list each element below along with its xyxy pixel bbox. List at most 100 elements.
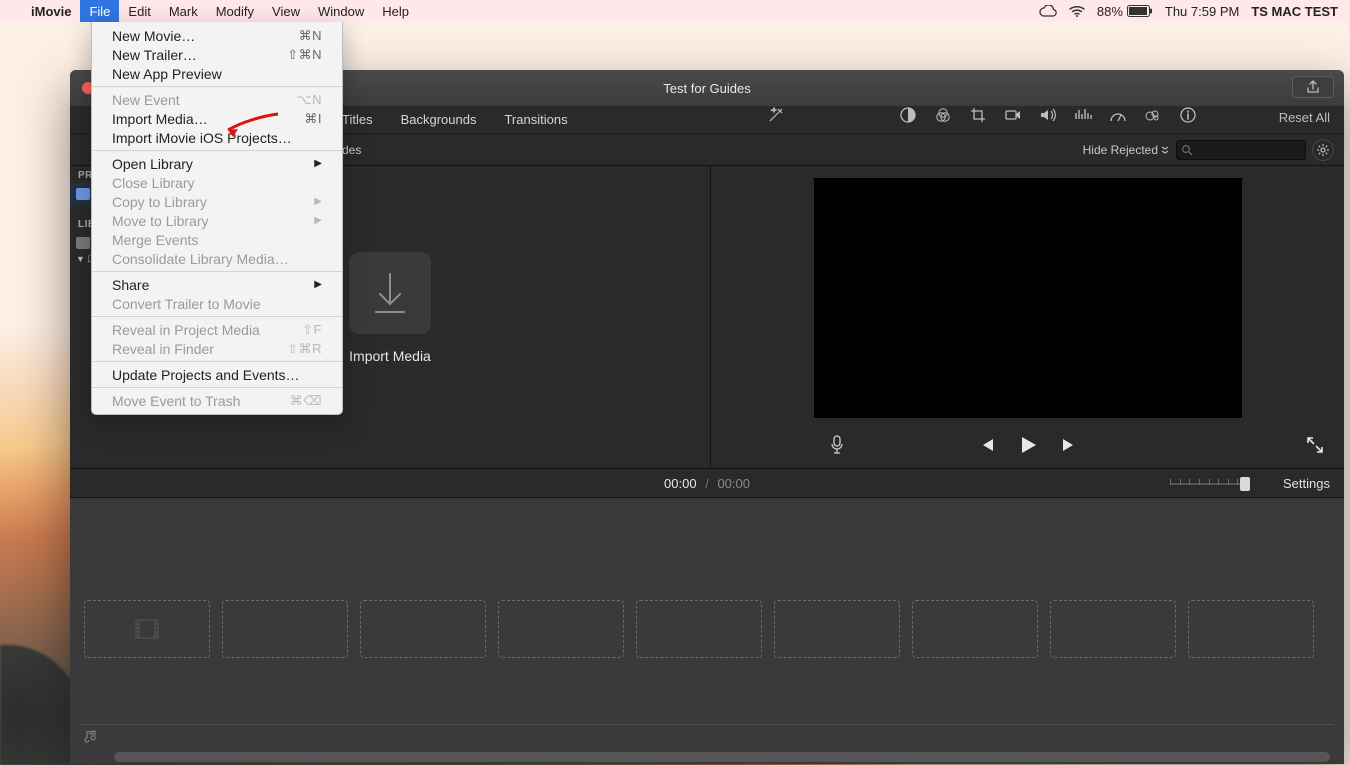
video-effects-icon[interactable] xyxy=(1144,107,1162,128)
battery-pct: 88% xyxy=(1097,4,1123,19)
menubar-item-view[interactable]: View xyxy=(263,0,309,22)
menu-item-label: Reveal in Project Media xyxy=(112,322,302,338)
menubar-item-mark[interactable]: Mark xyxy=(160,0,207,22)
menu-item-label: Move to Library xyxy=(112,213,314,229)
volume-icon[interactable] xyxy=(1039,107,1057,128)
menu-item-new-trailer[interactable]: New Trailer…⇧⌘N xyxy=(92,45,342,64)
timeline-scrollbar[interactable] xyxy=(114,752,1330,762)
menu-item-share[interactable]: Share▶ xyxy=(92,275,342,294)
menu-shortcut: ⌘I xyxy=(304,111,322,127)
menu-item-reveal-in-finder: Reveal in Finder⇧⌘R xyxy=(92,339,342,358)
menubar-item-edit[interactable]: Edit xyxy=(119,0,159,22)
menubar-user[interactable]: TS MAC TEST xyxy=(1251,4,1338,19)
timeline-slot[interactable] xyxy=(84,600,210,658)
menu-item-copy-to-library: Copy to Library▶ xyxy=(92,192,342,211)
menu-item-label: Consolidate Library Media… xyxy=(112,251,322,267)
timeline-slot[interactable] xyxy=(636,600,762,658)
voiceover-button[interactable] xyxy=(829,435,845,460)
menu-item-open-library[interactable]: Open Library▶ xyxy=(92,154,342,173)
menu-item-merge-events: Merge Events xyxy=(92,230,342,249)
menu-item-label: Copy to Library xyxy=(112,194,314,210)
menu-item-reveal-in-project-media: Reveal in Project Media⇧F xyxy=(92,320,342,339)
timeline-slot[interactable] xyxy=(360,600,486,658)
timeline-slot[interactable] xyxy=(222,600,348,658)
menubar-app[interactable]: iMovie xyxy=(22,0,80,22)
creative-cloud-icon[interactable] xyxy=(1039,5,1057,17)
magic-wand-icon[interactable] xyxy=(767,106,785,124)
video-viewer[interactable] xyxy=(814,178,1242,418)
timeline-audio-track[interactable] xyxy=(80,724,1334,746)
menu-item-label: Open Library xyxy=(112,156,314,172)
menu-shortcut: ⇧F xyxy=(302,322,322,338)
timeline-zoom-slider[interactable] xyxy=(1170,477,1248,491)
tab-backgrounds[interactable]: Backgrounds xyxy=(401,112,477,127)
music-note-icon xyxy=(84,729,98,743)
menu-item-move-event-to-trash: Move Event to Trash⌘⌫ xyxy=(92,391,342,410)
timecode: 00:00 / 00:00 xyxy=(664,476,750,491)
zoom-knob[interactable] xyxy=(1240,477,1250,491)
menu-item-new-event: New Event⌥N xyxy=(92,90,342,109)
file-menu-dropdown: New Movie…⌘NNew Trailer…⇧⌘N New App Previ… xyxy=(91,22,343,415)
hide-rejected-label: Hide Rejected xyxy=(1083,143,1158,157)
browser-settings-button[interactable] xyxy=(1312,139,1334,161)
noise-reduction-icon[interactable] xyxy=(1074,107,1092,128)
menu-item-convert-trailer-to-movie: Convert Trailer to Movie xyxy=(92,294,342,313)
reset-all-button[interactable]: Reset All xyxy=(1279,110,1330,125)
prev-button[interactable] xyxy=(977,437,995,458)
speed-icon[interactable] xyxy=(1109,107,1127,128)
tab-transitions[interactable]: Transitions xyxy=(504,112,567,127)
timeline-slot[interactable] xyxy=(1050,600,1176,658)
next-button[interactable] xyxy=(1061,437,1079,458)
menu-item-new-app-preview[interactable]: New App Preview xyxy=(92,64,342,83)
submenu-arrow-icon: ▶ xyxy=(314,158,322,169)
menu-item-label: Merge Events xyxy=(112,232,322,248)
import-media-label: Import Media xyxy=(349,348,431,364)
menu-item-move-to-library: Move to Library▶ xyxy=(92,211,342,230)
menu-item-update-projects-and-events[interactable]: Update Projects and Events… xyxy=(92,365,342,384)
menubar-item-file[interactable]: File xyxy=(80,0,119,22)
menu-shortcut: ⇧⌘R xyxy=(287,341,322,357)
menubar-item-help[interactable]: Help xyxy=(373,0,418,22)
playback-controls xyxy=(711,430,1344,464)
timecode-current: 00:00 xyxy=(664,476,697,491)
menu-item-consolidate-library-media: Consolidate Library Media… xyxy=(92,249,342,268)
library-icon xyxy=(76,237,90,249)
menubar-clock[interactable]: Thu 7:59 PM xyxy=(1165,4,1239,19)
timeline-slot[interactable] xyxy=(912,600,1038,658)
menu-shortcut: ⇧⌘N xyxy=(287,47,322,63)
stabilization-icon[interactable] xyxy=(1004,108,1022,127)
hide-rejected-toggle[interactable]: Hide Rejected xyxy=(1083,143,1176,157)
menubar-item-window[interactable]: Window xyxy=(309,0,373,22)
menu-item-label: New App Preview xyxy=(112,66,322,82)
menubar-item-modify[interactable]: Modify xyxy=(207,0,263,22)
wifi-icon[interactable] xyxy=(1069,5,1085,17)
menu-item-label: Reveal in Finder xyxy=(112,341,287,357)
timeline-header: 00:00 / 00:00 Settings xyxy=(70,468,1344,498)
color-balance-icon[interactable] xyxy=(899,106,917,129)
menu-item-label: Convert Trailer to Movie xyxy=(112,296,322,312)
menu-item-label: Close Library xyxy=(112,175,322,191)
timeline-slot[interactable] xyxy=(774,600,900,658)
color-correction-icon[interactable] xyxy=(934,106,952,129)
timecode-duration: 00:00 xyxy=(717,476,750,491)
play-button[interactable] xyxy=(1017,434,1039,461)
info-icon[interactable] xyxy=(1179,106,1197,129)
timeline-settings-button[interactable]: Settings xyxy=(1283,476,1330,491)
import-media-tile[interactable] xyxy=(349,252,431,334)
menu-item-label: Import Media… xyxy=(112,111,304,127)
tab-titles[interactable]: Titles xyxy=(342,112,373,127)
timeline-slot[interactable] xyxy=(1188,600,1314,658)
submenu-arrow-icon: ▶ xyxy=(314,279,322,290)
fullscreen-button[interactable] xyxy=(1306,436,1324,459)
menu-item-close-library: Close Library xyxy=(92,173,342,192)
share-button[interactable] xyxy=(1292,76,1334,98)
menu-item-import-imovie-ios-projects[interactable]: Import iMovie iOS Projects… xyxy=(92,128,342,147)
timeline[interactable] xyxy=(70,498,1344,764)
menu-item-import-media[interactable]: Import Media…⌘I xyxy=(92,109,342,128)
search-input[interactable] xyxy=(1176,140,1306,160)
menu-item-new-movie[interactable]: New Movie…⌘N xyxy=(92,26,342,45)
battery-status[interactable]: 88% xyxy=(1097,4,1153,19)
timeline-slot[interactable] xyxy=(498,600,624,658)
crop-icon[interactable] xyxy=(969,106,987,129)
menu-item-label: Move Event to Trash xyxy=(112,393,290,409)
